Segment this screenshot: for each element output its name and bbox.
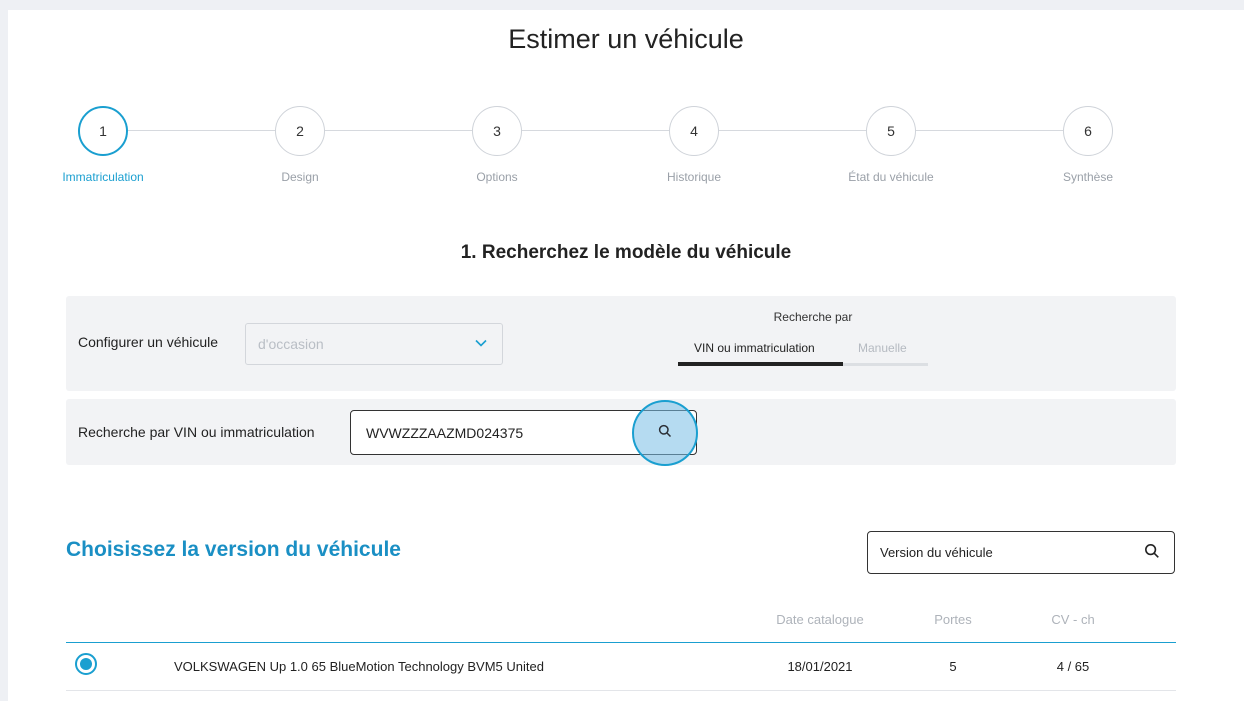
version-cv: 4 / 65 xyxy=(1056,659,1090,674)
step-number: 6 xyxy=(1063,106,1113,156)
version-date: 18/01/2021 xyxy=(787,659,853,674)
configure-label: Configurer un véhicule xyxy=(78,334,219,350)
step-label: Historique xyxy=(666,170,722,184)
step-number: 1 xyxy=(78,106,128,156)
step-number: 5 xyxy=(866,106,916,156)
step-immatriculation[interactable]: 1 Immatriculation xyxy=(33,106,173,184)
step-label: Immatriculation xyxy=(62,170,144,184)
vin-value: WVWZZZAAZMD024375 xyxy=(366,424,524,441)
column-header-cv: CV - ch xyxy=(1051,612,1095,627)
version-name: VOLKSWAGEN Up 1.0 65 BlueMotion Technolo… xyxy=(174,659,544,674)
page-title: Estimer un véhicule xyxy=(508,24,744,54)
step-design[interactable]: 2 Design xyxy=(230,106,370,184)
version-radio[interactable] xyxy=(75,653,97,675)
search-icon[interactable] xyxy=(1144,543,1160,562)
tab-vin[interactable]: VIN ou immatriculation xyxy=(694,341,815,355)
section-title: 1. Recherchez le modèle du véhicule xyxy=(460,242,792,263)
version-search-placeholder: Version du véhicule xyxy=(880,545,993,560)
step-number: 3 xyxy=(472,106,522,156)
versions-title: Choisissez la version du véhicule xyxy=(66,538,401,561)
vin-search-button[interactable] xyxy=(632,400,698,466)
step-label: Synthèse xyxy=(1062,170,1114,184)
step-number: 2 xyxy=(275,106,325,156)
step-label: Design xyxy=(281,170,319,184)
chevron-down-icon xyxy=(474,336,488,353)
column-header-date: Date catalogue xyxy=(776,612,864,627)
configure-panel: Configurer un véhicule d'occasion Recher… xyxy=(66,296,1176,391)
page: Estimer un véhicule 1 Immatriculation 2 … xyxy=(8,10,1244,701)
vehicle-type-select[interactable]: d'occasion xyxy=(245,323,503,365)
search-icon xyxy=(658,424,672,443)
step-label: Options xyxy=(476,170,518,184)
version-portes: 5 xyxy=(949,659,957,674)
step-label: État du véhicule xyxy=(848,170,934,184)
version-search-input[interactable]: Version du véhicule xyxy=(867,531,1175,574)
step-number: 4 xyxy=(669,106,719,156)
column-header-portes: Portes xyxy=(934,612,972,627)
step-etat-vehicule[interactable]: 5 État du véhicule xyxy=(821,106,961,184)
step-options[interactable]: 3 Options xyxy=(427,106,567,184)
step-historique[interactable]: 4 Historique xyxy=(624,106,764,184)
vin-label: Recherche par VIN ou immatriculation xyxy=(78,424,315,440)
vin-panel: Recherche par VIN ou immatriculation WVW… xyxy=(66,399,1176,466)
tab-manuelle[interactable]: Manuelle xyxy=(858,341,907,355)
tab-indicator xyxy=(678,362,843,366)
step-synthese[interactable]: 6 Synthèse xyxy=(1018,106,1158,184)
select-value: d'occasion xyxy=(258,336,324,352)
search-by-title: Recherche par xyxy=(773,310,853,324)
table-row[interactable]: VOLKSWAGEN Up 1.0 65 BlueMotion Technolo… xyxy=(66,643,1176,691)
